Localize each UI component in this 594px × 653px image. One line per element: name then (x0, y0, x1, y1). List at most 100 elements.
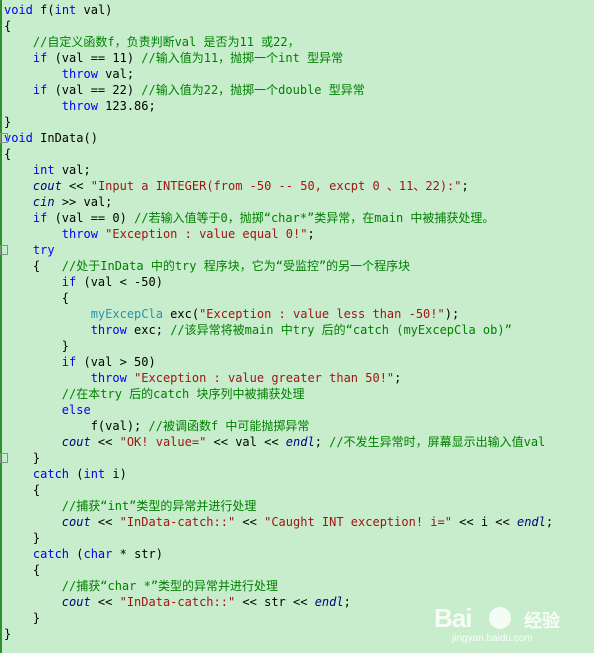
code-line[interactable]: throw exc; //该异常将被main 中try 后的“catch (my… (4, 322, 512, 338)
code-token: "InData-catch::" (119, 515, 236, 529)
code-line[interactable]: //捕获“int”类型的异常并进行处理 (4, 498, 257, 514)
code-line[interactable]: void InData() (4, 130, 98, 146)
code-line[interactable]: { (4, 562, 40, 578)
code-line[interactable]: } (4, 610, 40, 626)
code-line[interactable]: cout << "InData-catch::" << "Caught INT … (4, 514, 553, 530)
code-token: void (4, 3, 33, 17)
code-token: f(val); (4, 419, 149, 433)
code-line[interactable]: catch (char * str) (4, 546, 163, 562)
code-token: throw (61, 99, 98, 113)
code-line[interactable]: if (val > 50) (4, 354, 156, 370)
fold-marker-icon[interactable] (0, 453, 8, 463)
code-token: if (32, 211, 48, 225)
code-line[interactable]: try (4, 242, 55, 258)
code-token: //该异常将被main 中try 后的“catch (myExcepCla ob… (170, 323, 512, 337)
code-token: if (61, 355, 77, 369)
code-token: val; (54, 163, 91, 177)
code-line[interactable]: //捕获“char *”类型的异常并进行处理 (4, 578, 278, 594)
code-token: << i << (451, 515, 517, 529)
code-line[interactable]: cout << "Input a INTEGER(from -50 -- 50,… (4, 178, 469, 194)
code-token: * str) (112, 547, 163, 561)
code-line[interactable]: else (4, 402, 91, 418)
code-token: void (4, 131, 33, 145)
code-line[interactable]: if (val == 22) //输入值为22，抛掷一个double 型异常 (4, 82, 365, 98)
code-line[interactable]: { (4, 290, 69, 306)
code-token: //不发生异常时，屏幕显示出输入值val (329, 435, 546, 449)
code-line[interactable]: cin >> val; (4, 194, 112, 210)
code-line[interactable]: } (4, 338, 69, 354)
code-line[interactable]: throw 123.86; (4, 98, 156, 114)
code-token: << (90, 595, 120, 609)
code-line[interactable]: { //处于InData 中的try 程序块，它为“受监控”的另一个程序块 (4, 258, 410, 274)
code-token: } (4, 339, 70, 353)
code-line[interactable]: f(val); //被调函数f 中可能抛掷异常 (4, 418, 310, 434)
code-line[interactable]: throw "Exception : value equal 0!"; (4, 226, 315, 242)
code-line[interactable]: { (4, 482, 40, 498)
code-token: ; (545, 515, 554, 529)
code-token: throw (61, 227, 98, 241)
code-line[interactable]: cout << "InData-catch::" << str << endl; (4, 594, 351, 610)
code-line[interactable]: } (4, 530, 40, 546)
code-token: val; (97, 67, 135, 81)
code-line[interactable]: void f(int val) (4, 2, 112, 18)
code-token: "Exception : value less than -50!" (199, 307, 445, 321)
code-token: (val == 22) (47, 83, 142, 97)
code-token: } (4, 611, 41, 625)
code-line[interactable]: catch (int i) (4, 466, 127, 482)
code-line[interactable]: throw val; (4, 66, 134, 82)
code-editor[interactable]: void f(int val){ //自定义函数f，负责判断val 是否为11 … (0, 0, 594, 653)
code-line[interactable]: if (val == 11) //输入值为11，抛掷一个int 型异常 (4, 50, 343, 66)
code-line[interactable]: throw "Exception : value greater than 50… (4, 370, 402, 386)
code-token: (val < -50) (76, 275, 163, 289)
code-line[interactable]: if (val < -50) (4, 274, 163, 290)
code-line[interactable]: } (4, 626, 11, 642)
code-token: cin (32, 195, 55, 209)
code-line[interactable]: cout << "OK! value=" << val << endl; //不… (4, 434, 545, 450)
code-token: //处于InData 中的try 程序块，它为“受监控”的另一个程序块 (61, 259, 411, 273)
code-token: 123.86; (97, 99, 156, 113)
code-line[interactable]: } (4, 114, 11, 130)
paw-icon (489, 607, 511, 629)
code-token: "Exception : value greater than 50!" (134, 371, 395, 385)
code-line[interactable]: { (4, 18, 11, 34)
code-line[interactable]: } (4, 450, 40, 466)
code-line[interactable]: myExcepCla exc("Exception : value less t… (4, 306, 459, 322)
code-token: "InData-catch::" (119, 595, 236, 609)
code-token: (val == 0) (47, 211, 135, 225)
code-token: << (235, 515, 265, 529)
watermark-url: jingyan.baidu.com (452, 633, 533, 644)
code-token: ; (461, 179, 469, 193)
code-token: ( (69, 467, 84, 481)
code-token: //捕获“int”类型的异常并进行处理 (61, 499, 257, 513)
code-token: } (4, 451, 41, 465)
watermark-logo-text: Bai (434, 603, 472, 633)
code-line[interactable]: { (4, 146, 11, 162)
watermark-sub-text: 经验 (524, 611, 560, 631)
code-token: { (4, 147, 12, 161)
code-line[interactable]: if (val == 0) //若输入值等于0，抛掷“char*”类异常，在ma… (4, 210, 495, 226)
code-token: endl (516, 515, 546, 529)
code-token: { (4, 259, 62, 273)
code-token: "Caught INT exception! i=" (264, 515, 452, 529)
code-token: else (61, 403, 91, 417)
code-token: { (4, 19, 12, 33)
code-line[interactable]: //自定义函数f，负责判断val 是否为11 或22， (4, 34, 300, 50)
fold-marker-icon[interactable] (0, 133, 8, 143)
code-token: << val << (206, 435, 286, 449)
code-line[interactable]: int val; (4, 162, 91, 178)
fold-marker-icon[interactable] (0, 245, 8, 255)
code-token: (val == 11) (47, 51, 142, 65)
code-line[interactable]: //在本try 后的catch 块序列中被捕获处理 (4, 386, 305, 402)
code-token: ( (69, 547, 84, 561)
